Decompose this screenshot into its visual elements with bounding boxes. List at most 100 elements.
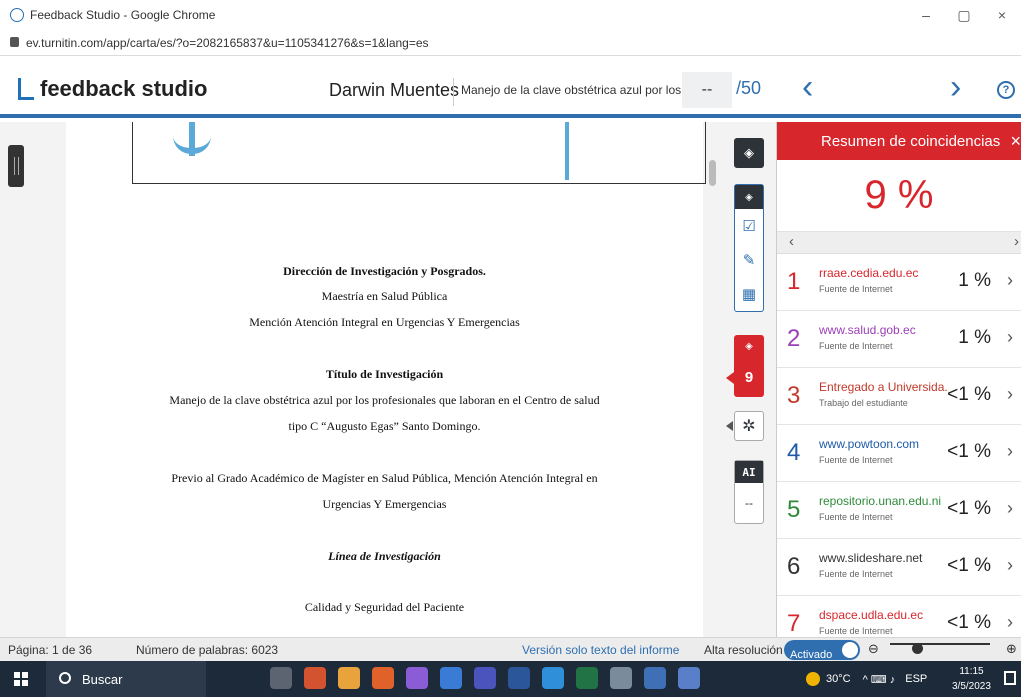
- document-page: Dirección de Investigación y Posgrados. …: [66, 122, 706, 637]
- doc-line: Dirección de Investigación y Posgrados.: [283, 264, 486, 278]
- doc-line: Título de Investigación: [325, 367, 444, 381]
- close-panel-button[interactable]: ×: [1010, 131, 1021, 152]
- chevron-right-icon[interactable]: ›: [1007, 498, 1013, 519]
- word-icon[interactable]: [508, 667, 530, 689]
- layers-button[interactable]: ◈: [734, 138, 764, 168]
- quickmark-button[interactable]: ☑: [735, 209, 763, 243]
- app-icon[interactable]: [644, 667, 666, 689]
- match-row[interactable]: 6 www.slideshare.net Fuente de Internet <1 …: [777, 539, 1021, 596]
- pager-prev-button[interactable]: ‹: [789, 233, 794, 250]
- doc-line: Línea de Investigación: [328, 549, 441, 563]
- clock[interactable]: 11:15 3/5/2023: [952, 664, 991, 694]
- firefox-icon[interactable]: [372, 667, 394, 689]
- match-row[interactable]: 2 www.salud.gob.ec Fuente de Internet 1 % ›: [777, 311, 1021, 368]
- similarity-layer-icon: ◈: [745, 340, 753, 352]
- match-pager: ‹ ›: [777, 232, 1021, 254]
- calendar-icon[interactable]: [678, 667, 700, 689]
- doc-line: Calidad y Seguridad del Paciente: [304, 600, 465, 614]
- window-controls: – ▢ ×: [907, 0, 1021, 30]
- text-only-report-link[interactable]: Versión solo texto del informe: [522, 643, 679, 657]
- panel-header: Resumen de coincidencias ×: [777, 122, 1021, 160]
- grade-max: /50: [736, 78, 762, 98]
- chrome-icon[interactable]: [338, 667, 360, 689]
- file-explorer-icon[interactable]: [440, 667, 462, 689]
- header-divider: [453, 78, 454, 106]
- document-scrollbar[interactable]: [709, 160, 716, 186]
- maximize-button[interactable]: ▢: [945, 0, 983, 30]
- gear-icon: ✲: [742, 418, 756, 435]
- side-panel-handle[interactable]: [8, 145, 24, 187]
- match-row[interactable]: 1 rraae.cedia.edu.ec Fuente de Internet 1 %…: [777, 254, 1021, 311]
- chevron-right-icon[interactable]: ›: [1007, 327, 1013, 348]
- zoom-in-icon[interactable]: ⊕: [1006, 641, 1017, 657]
- close-window-button[interactable]: ×: [983, 0, 1021, 30]
- chevron-right-icon[interactable]: ›: [1007, 384, 1013, 405]
- chevron-right-icon[interactable]: ›: [1007, 441, 1013, 462]
- match-source-type: Fuente de Internet: [819, 284, 893, 294]
- taskbar-search[interactable]: Buscar: [46, 661, 206, 697]
- match-source[interactable]: www.slideshare.net: [819, 551, 949, 565]
- notification-icon[interactable]: [1004, 671, 1016, 685]
- high-resolution-label: Alta resolución: [704, 643, 783, 657]
- match-percent: <1 %: [947, 498, 991, 519]
- settings-indicator-icon: [726, 421, 733, 431]
- weather-icon[interactable]: [806, 672, 820, 686]
- language-indicator[interactable]: ESP: [905, 673, 927, 685]
- previous-paper-button[interactable]: ‹: [802, 70, 813, 104]
- logo-text: feedback studio: [40, 76, 208, 101]
- chevron-right-icon[interactable]: ›: [1007, 612, 1013, 633]
- ai-writing-button[interactable]: AI --: [734, 460, 764, 524]
- pager-next-button[interactable]: ›: [1014, 233, 1019, 250]
- feedback-summary-button[interactable]: ✎: [735, 243, 763, 277]
- excel-icon[interactable]: [576, 667, 598, 689]
- search-icon: [59, 672, 71, 684]
- match-list: 1 rraae.cedia.edu.ec Fuente de Internet 1 %…: [777, 254, 1021, 637]
- ai-label: AI: [735, 461, 763, 483]
- match-row[interactable]: 3 Entregado a Universida... Trabajo del es…: [777, 368, 1021, 425]
- edge-icon[interactable]: [542, 667, 564, 689]
- match-source[interactable]: www.powtoon.com: [819, 437, 949, 451]
- settings-button[interactable]: ✲: [734, 411, 764, 441]
- match-row[interactable]: 4 www.powtoon.com Fuente de Internet <1 % ›: [777, 425, 1021, 482]
- match-source[interactable]: www.salud.gob.ec: [819, 323, 949, 337]
- grade-input[interactable]: --: [682, 72, 732, 108]
- doc-line: tipo C “Augusto Egas” Santo Domingo.: [288, 419, 481, 433]
- windows-start-icon[interactable]: [14, 672, 28, 686]
- app-icon[interactable]: [610, 667, 632, 689]
- status-bar: Página: 1 de 36 Número de palabras: 6023…: [0, 637, 1021, 661]
- powerpoint-icon[interactable]: [304, 667, 326, 689]
- match-percent: 1 %: [958, 270, 991, 291]
- tray-icons[interactable]: ^ ⌨ ♪: [863, 673, 896, 686]
- match-overview-panel: Resumen de coincidencias × 9 % ‹ › 1 rraa…: [776, 122, 1021, 637]
- minimize-button[interactable]: –: [907, 0, 945, 30]
- similarity-count: 9: [744, 368, 754, 386]
- help-icon[interactable]: ?: [997, 81, 1015, 99]
- app-icon[interactable]: [406, 667, 428, 689]
- zoom-slider-handle[interactable]: [912, 643, 923, 654]
- zoom-out-icon[interactable]: ⊖: [868, 641, 879, 657]
- rubric-button[interactable]: ▦: [735, 277, 763, 311]
- match-source[interactable]: Entregado a Universida...: [819, 380, 949, 394]
- page-indicator: Página: 1 de 36: [8, 643, 93, 657]
- match-source[interactable]: dspace.udla.edu.ec: [819, 608, 949, 622]
- teams-icon[interactable]: [474, 667, 496, 689]
- address-bar[interactable]: ev.turnitin.com/app/carta/es/?o=20821658…: [0, 30, 1021, 56]
- match-source[interactable]: repositorio.unan.edu.ni: [819, 494, 949, 508]
- doc-line: Urgencias Y Emergencias: [322, 497, 447, 511]
- similarity-button[interactable]: ◈ 9: [734, 335, 764, 397]
- anchor-logo-icon: [173, 136, 211, 154]
- match-source[interactable]: rraae.cedia.edu.ec: [819, 266, 949, 280]
- next-paper-button[interactable]: ›: [950, 70, 961, 104]
- task-view-icon[interactable]: [270, 667, 292, 689]
- document-title: Manejo de la clave obstétrica azul por l…: [461, 83, 705, 97]
- high-resolution-toggle[interactable]: Activado: [784, 640, 860, 661]
- panel-title: Resumen de coincidencias: [821, 132, 1001, 150]
- match-row[interactable]: 5 repositorio.unan.edu.ni Fuente de Intern…: [777, 482, 1021, 539]
- url-text[interactable]: ev.turnitin.com/app/carta/es/?o=20821658…: [26, 36, 429, 50]
- clock-date: 3/5/2023: [952, 681, 991, 692]
- zoom-slider[interactable]: [890, 643, 990, 645]
- chevron-right-icon[interactable]: ›: [1007, 270, 1013, 291]
- chevron-right-icon[interactable]: ›: [1007, 555, 1013, 576]
- match-row[interactable]: 7 dspace.udla.edu.ec Fuente de Internet <1 …: [777, 596, 1021, 637]
- doc-line: Maestría en Salud Pública: [321, 289, 448, 303]
